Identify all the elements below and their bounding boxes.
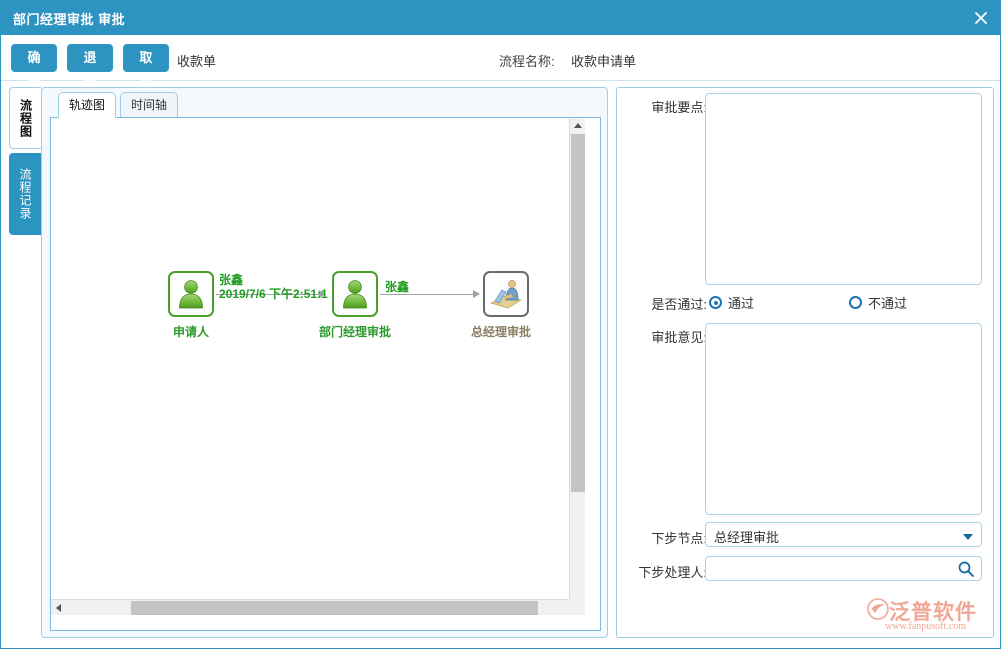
horizontal-scroll-thumb[interactable] (131, 601, 538, 615)
title-bar: 部门经理审批 审批 (1, 1, 1001, 35)
diagram-edge-1-actor: 张鑫 (219, 273, 243, 287)
radio-fail-label[interactable]: 不通过 (868, 293, 907, 312)
tab-trace-diagram[interactable]: 轨迹图 (58, 92, 116, 118)
desk-worker-icon (488, 276, 524, 312)
approval-form-panel: 审批要点: 是否通过: 通过 不通过 审批意见: 下步节点: 总经理审批 下步处… (616, 87, 994, 638)
approval-points-textarea[interactable] (705, 93, 982, 285)
return-button[interactable]: 退回 (67, 44, 113, 72)
diagram-canvas[interactable]: 申请人 张鑫 2019/7/6 下午2:51:1 部门经理审批 张鑫 (51, 118, 585, 615)
search-icon[interactable] (957, 560, 975, 578)
chevron-left-icon[interactable] (56, 604, 61, 612)
vertical-tab-flowrecord[interactable]: 流程记录 (9, 153, 41, 235)
brand-logo: 泛普软件 www.fanpusoft.com (867, 596, 991, 638)
user-green-icon (174, 277, 208, 311)
opinion-textarea[interactable] (705, 323, 982, 515)
radio-fail-input[interactable] (849, 296, 862, 309)
next-node-selected-value: 总经理审批 (714, 527, 779, 546)
radio-option-fail[interactable]: 不通过 (849, 293, 907, 312)
vertical-tab-flowchart[interactable]: 流程图 (9, 87, 41, 149)
radio-pass-label[interactable]: 通过 (728, 293, 754, 312)
vertical-scroll-thumb[interactable] (571, 134, 585, 492)
fanpu-logo-icon (867, 598, 889, 620)
diagram-node-dept-manager-label: 部门经理审批 (310, 323, 400, 340)
next-handler-input[interactable] (712, 560, 962, 578)
toolbar: 确定 退回 取消 收款单 流程名称: 收款申请单 (1, 35, 1001, 81)
radio-pass-input[interactable] (709, 296, 722, 309)
diagram-node-dept-manager[interactable] (332, 271, 378, 317)
flow-name-label: 流程名称: (499, 51, 555, 70)
document-type-label: 收款单 (177, 51, 216, 70)
flowchart-tabs: 轨迹图 时间轴 (42, 88, 609, 118)
vertical-tab-flowchart-label: 流程图 (20, 99, 32, 138)
window-title: 部门经理审批 审批 (13, 9, 125, 28)
scrollbar-corner (569, 599, 585, 615)
tab-timeline[interactable]: 时间轴 (120, 92, 178, 118)
diagram-node-general-manager[interactable] (483, 271, 529, 317)
title-accent (1, 1, 7, 35)
flow-name-value: 收款申请单 (571, 51, 636, 70)
diagram-edge-2-actor: 张鑫 (385, 280, 409, 294)
opinion-label: 审批意见: (629, 327, 707, 346)
diagram-vertical-scrollbar[interactable] (569, 118, 585, 615)
user-green-icon (338, 277, 372, 311)
confirm-button[interactable]: 确定 (11, 44, 57, 72)
next-handler-label: 下步处理人: (623, 562, 707, 581)
next-node-select[interactable]: 总经理审批 (705, 522, 982, 547)
next-handler-field[interactable] (705, 556, 982, 581)
diagram-node-applicant-label: 申请人 (155, 323, 227, 340)
next-node-label: 下步节点: (629, 528, 707, 547)
brand-url: www.fanpusoft.com (885, 621, 966, 632)
diagram-edge-1-timestamp: 2019/7/6 下午2:51:1 (219, 287, 328, 301)
cancel-button[interactable]: 取消 (123, 44, 169, 72)
chevron-up-icon[interactable] (574, 123, 582, 128)
diagram-node-applicant[interactable] (168, 271, 214, 317)
diagram-horizontal-scrollbar[interactable] (51, 599, 585, 615)
diagram-edge-2 (380, 294, 475, 295)
close-icon[interactable] (968, 6, 994, 30)
approval-points-label: 审批要点: (629, 97, 707, 116)
diagram-node-general-manager-label: 总经理审批 (456, 323, 546, 340)
diagram-viewport: 申请人 张鑫 2019/7/6 下午2:51:1 部门经理审批 张鑫 (50, 117, 601, 631)
approval-dialog: 部门经理审批 审批 确定 退回 取消 收款单 流程名称: 收款申请单 流程图 流… (0, 0, 1001, 649)
pass-question-label: 是否通过: (629, 294, 707, 313)
chevron-down-icon[interactable] (963, 534, 973, 540)
vertical-tab-strip: 流程图 流程记录 (9, 87, 41, 637)
diagram-edge-2-arrow (473, 290, 480, 298)
radio-option-pass[interactable]: 通过 (709, 293, 754, 312)
flowchart-panel: 轨迹图 时间轴 (41, 87, 608, 638)
vertical-tab-flowrecord-label: 流程记录 (19, 168, 31, 220)
